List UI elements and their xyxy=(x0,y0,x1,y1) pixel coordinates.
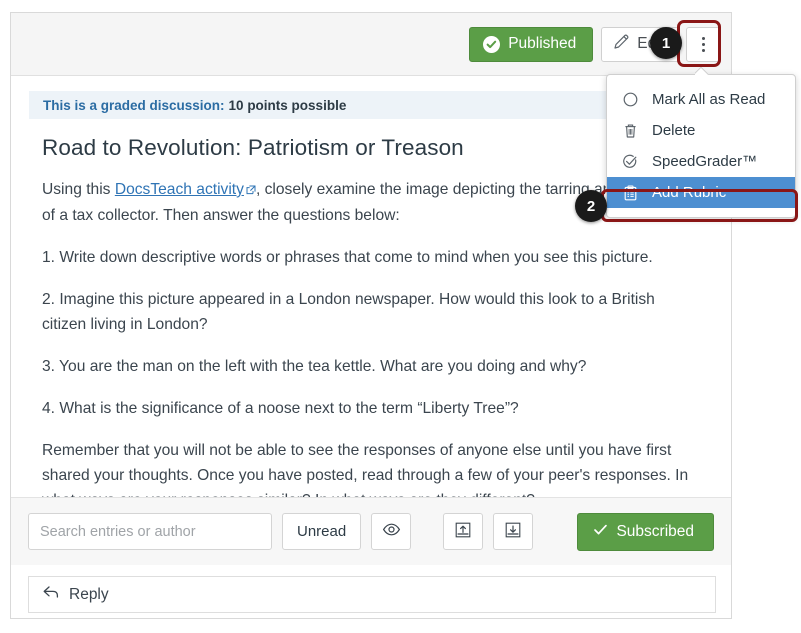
unread-filter-button[interactable]: Unread xyxy=(282,513,362,550)
reply-label: Reply xyxy=(69,585,109,603)
kebab-menu-button[interactable] xyxy=(686,26,720,62)
menu-item-label: Delete xyxy=(652,122,696,139)
menu-caret xyxy=(695,67,709,75)
graded-banner-points: 10 points possible xyxy=(228,97,347,113)
question-3: 3. You are the man on the left with the … xyxy=(42,358,587,375)
expand-threads-button[interactable] xyxy=(493,513,534,550)
kebab-dropdown-menu: Mark All as Read Delete SpeedGrader™ Add… xyxy=(606,74,796,218)
discussion-header-toolbar: Published Edit xyxy=(11,13,731,76)
expand-down-icon xyxy=(504,521,522,543)
discussion-message: Using this DocsTeach activity, closely e… xyxy=(42,177,702,513)
menu-item-label: Add Rubric xyxy=(652,184,727,201)
menu-item-speedgrader[interactable]: SpeedGrader™ xyxy=(607,146,795,177)
step-badge-1: 1 xyxy=(650,27,682,59)
rubric-clipboard-icon xyxy=(621,184,639,202)
published-label: Published xyxy=(508,35,577,52)
reply-arrow-icon xyxy=(42,584,60,605)
discussion-entries-toolbar: Unread xyxy=(11,497,731,565)
menu-item-delete[interactable]: Delete xyxy=(607,115,795,146)
search-input[interactable] xyxy=(28,513,272,550)
collapse-up-icon xyxy=(454,521,472,543)
toggle-read-state-button[interactable] xyxy=(371,513,412,550)
menu-item-label: SpeedGrader™ xyxy=(652,153,758,170)
check-circle-icon xyxy=(483,35,501,53)
reply-button[interactable]: Reply xyxy=(28,576,716,613)
docsteach-activity-link[interactable]: DocsTeach activity xyxy=(115,181,244,198)
published-button[interactable]: Published xyxy=(469,26,594,62)
menu-item-mark-all-as-read[interactable]: Mark All as Read xyxy=(607,84,795,115)
check-icon xyxy=(593,522,608,542)
step-badge-2: 2 xyxy=(575,190,607,222)
graded-banner-prefix: This is a graded discussion: xyxy=(43,97,225,113)
screenshot-root: Published Edit This is a gra xyxy=(0,0,801,633)
graded-discussion-banner: This is a graded discussion: 10 points p… xyxy=(29,91,629,119)
external-link-icon xyxy=(246,178,256,203)
collapse-threads-button[interactable] xyxy=(443,513,484,550)
eye-icon xyxy=(382,520,401,543)
question-4: 4. What is the significance of a noose n… xyxy=(42,400,519,417)
subscribed-label: Subscribed xyxy=(616,522,694,540)
question-1: 1. Write down descriptive words or phras… xyxy=(42,249,653,266)
speedgrader-icon xyxy=(621,153,639,171)
intro-text-before-link: Using this xyxy=(42,181,115,198)
trash-icon xyxy=(621,122,639,140)
menu-item-add-rubric[interactable]: Add Rubric xyxy=(607,177,795,208)
menu-item-label: Mark All as Read xyxy=(652,91,766,108)
circle-unread-icon xyxy=(621,91,639,109)
kebab-menu-icon xyxy=(701,36,705,52)
unread-label: Unread xyxy=(297,523,347,540)
pencil-icon xyxy=(613,33,630,55)
question-2: 2. Imagine this picture appeared in a Lo… xyxy=(42,291,655,333)
subscribed-button[interactable]: Subscribed xyxy=(577,512,714,551)
